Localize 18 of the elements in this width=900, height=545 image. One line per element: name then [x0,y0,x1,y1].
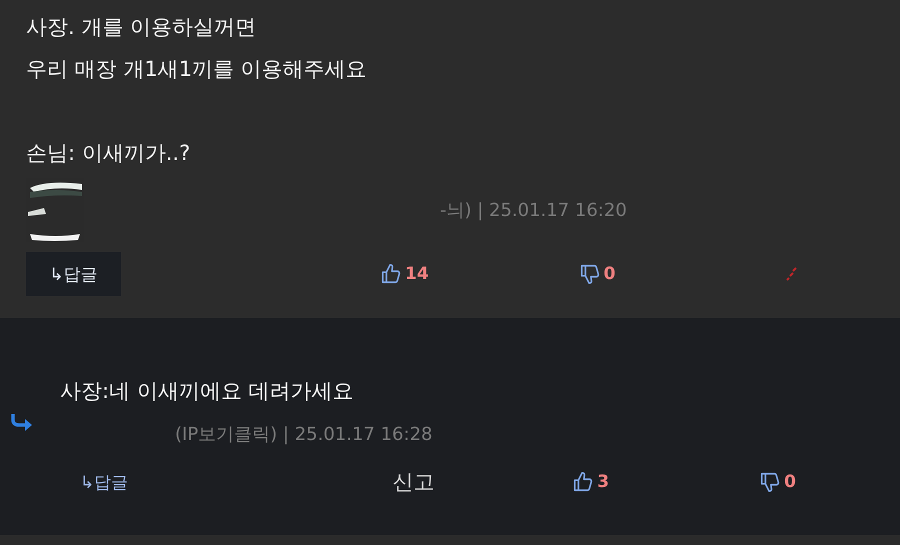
reply-arrow-icon [10,412,34,432]
reply-text: 사장:네 이새끼에요 데려가세요 [60,378,354,405]
reply-button[interactable]: ↳답글 [26,252,121,296]
like-button[interactable]: 3 [572,471,610,493]
thumbs-down-icon [578,263,601,285]
comment-text: 우리 매장 개1새1끼를 이용해주세요 [26,56,368,83]
dislike-button[interactable]: 0 [578,263,616,285]
comment-meta: -늬) | 25.01.17 16:20 [440,199,627,222]
thumbs-up-icon [572,471,594,493]
thumbs-down-icon [759,471,782,493]
thumbs-up-icon [380,263,402,285]
report-button[interactable]: 신고 [392,468,434,496]
comment-text: 사장. 개를 이용하실꺼면 [26,14,258,41]
dislike-button[interactable]: 0 [759,471,796,493]
like-button[interactable]: 14 [380,263,429,285]
reply-meta: (IP보기클릭) | 25.01.17 16:28 [175,423,432,446]
reply-button[interactable]: ↳답글 [80,470,128,494]
comment-text: 손님: 이새끼가..? [26,140,192,167]
